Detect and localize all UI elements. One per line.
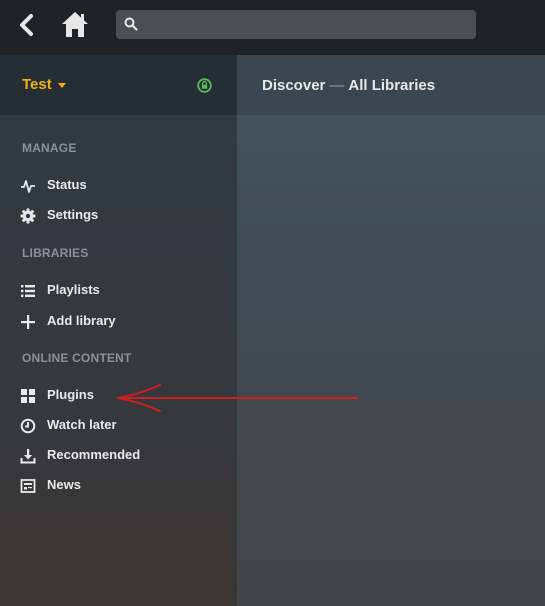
sidebar-item-news[interactable]: News [20,475,220,495]
page-title-separator: — [329,77,345,94]
sidebar-item-playlists[interactable]: Playlists [20,280,220,300]
sidebar-item-recommended[interactable]: Recommended [20,445,220,465]
plus-icon [21,315,35,329]
sidebar-item-watch-later[interactable]: Watch later [20,415,220,435]
sidebar-item-label: Playlists [47,282,100,297]
sidebar-item-add-library[interactable]: Add library [20,311,220,331]
section-title-manage: MANAGE [22,141,77,155]
grid-icon [21,389,35,403]
sidebar-item-label: News [47,477,81,492]
search-icon [124,17,138,31]
page-title-secondary: All Libraries [348,77,436,94]
gear-icon [20,208,36,224]
search-bar[interactable] [116,10,476,41]
annotation-arrow-icon [117,384,358,412]
search-input[interactable] [144,10,468,41]
server-selector[interactable]: Test [22,76,66,93]
lock-icon[interactable] [197,78,212,93]
sidebar-item-label: Plugins [47,387,94,402]
sidebar-item-label: Settings [47,207,99,222]
sidebar-item-label: Recommended [47,447,141,462]
download-icon [20,449,36,464]
home-button[interactable] [59,9,91,41]
clock-icon [20,418,36,434]
sidebar-item-status[interactable]: Status [20,175,220,195]
home-icon [62,12,88,37]
sidebar-header: Test [0,55,237,115]
back-button[interactable] [14,12,40,38]
sidebar: Test MANAGE Status Settings LIBRARIES Pl… [0,55,237,606]
sidebar-item-label: Watch later [47,417,117,432]
activity-icon [21,180,35,193]
main-content: Discover — All Libraries [237,55,545,606]
chevron-left-icon [20,14,33,36]
sidebar-item-settings[interactable]: Settings [20,205,220,225]
caret-down-icon [57,82,66,88]
section-title-online-content: ONLINE CONTENT [22,351,132,365]
sidebar-item-label: Status [47,177,87,192]
newspaper-icon [20,479,36,493]
top-bar [0,0,545,55]
main-header: Discover — All Libraries [237,55,545,115]
list-icon [21,285,35,297]
page-title: Discover — All Libraries [262,77,435,94]
sidebar-item-label: Add library [47,313,116,328]
section-title-libraries: LIBRARIES [22,246,89,260]
server-name-label: Test [22,76,52,93]
page-title-primary: Discover [262,77,326,94]
